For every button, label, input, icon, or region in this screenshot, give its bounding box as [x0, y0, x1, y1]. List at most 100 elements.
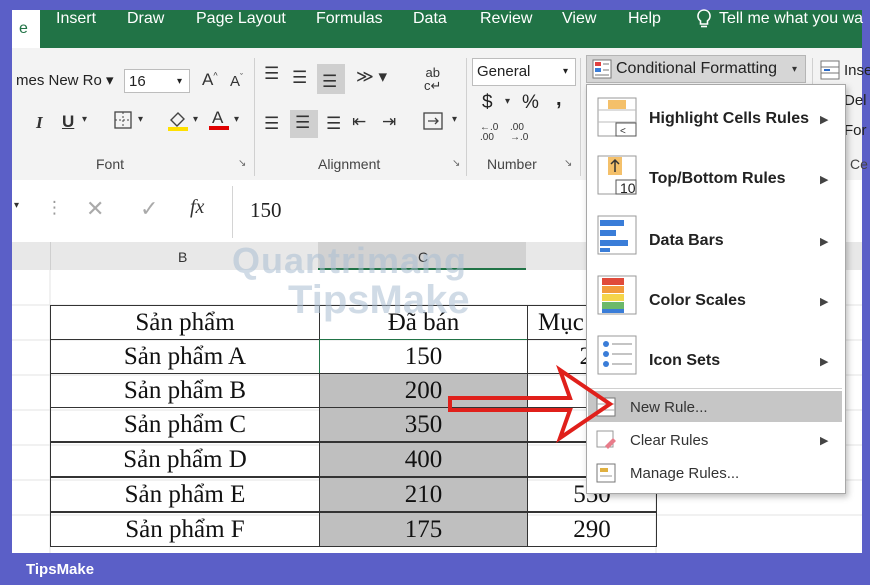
border-icon[interactable]: [113, 110, 133, 135]
chevron-right-icon: ▶: [820, 114, 829, 126]
tab-review[interactable]: Review: [480, 10, 532, 28]
table-cell[interactable]: Sản phẩm E: [50, 477, 320, 512]
grow-font-icon[interactable]: A^: [202, 70, 218, 90]
frame-left: [0, 0, 12, 585]
fill-dropdown-icon[interactable]: ▾: [193, 114, 198, 125]
font-size-box[interactable]: 16 ▾: [124, 69, 190, 93]
insert-cells-icon[interactable]: [820, 60, 840, 85]
manage-rules-icon: [596, 463, 616, 488]
insert-cells-label[interactable]: Inse: [844, 62, 870, 79]
group-cells-label: Ce: [850, 156, 868, 172]
percent-button[interactable]: %: [522, 92, 539, 114]
menu-item-data-bars[interactable]: Data Bars: [649, 232, 724, 250]
table-cell[interactable]: 175: [319, 512, 528, 547]
decrease-decimal-icon[interactable]: .00 →.0: [510, 123, 528, 143]
fill-color-icon[interactable]: [166, 108, 190, 137]
align-left-icon[interactable]: ☰: [264, 114, 279, 134]
table-cell[interactable]: Sản phẩm A: [50, 339, 320, 374]
table-header[interactable]: Sản phẩm: [50, 305, 320, 340]
border-dropdown-icon[interactable]: ▾: [138, 114, 143, 125]
menu-item-color-scales[interactable]: Color Scales: [649, 292, 746, 310]
name-box-dropdown-icon[interactable]: ▾: [14, 200, 19, 211]
bottom-align-icon[interactable]: ☰: [317, 64, 345, 94]
middle-align-icon[interactable]: ☰: [292, 68, 307, 88]
bottom-brand-bar: [0, 553, 870, 585]
table-cell[interactable]: 210: [319, 477, 528, 512]
brand-label: TipsMake: [26, 561, 95, 578]
align-center-icon[interactable]: ☰: [290, 110, 318, 138]
currency-dropdown-icon[interactable]: ▾: [505, 96, 510, 107]
color-scales-icon: [596, 274, 640, 318]
chevron-right-icon: ▶: [820, 435, 829, 447]
alignment-dialog-launcher-icon[interactable]: ↘: [452, 158, 460, 169]
tab-draw[interactable]: Draw: [127, 10, 164, 28]
menu-item-manage-rules[interactable]: Manage Rules...: [630, 465, 739, 482]
merge-dropdown-icon[interactable]: ▾: [452, 114, 457, 125]
table-cell[interactable]: Sản phẩm D: [50, 442, 320, 477]
shrink-font-icon[interactable]: Aˇ: [230, 72, 243, 90]
increase-indent-icon[interactable]: ⇥: [382, 112, 396, 132]
top-bottom-icon-label: 10: [620, 180, 636, 196]
formula-value: 150: [250, 198, 282, 222]
table-cell[interactable]: 290: [527, 512, 657, 547]
currency-button[interactable]: $: [482, 92, 493, 114]
decrease-indent-icon[interactable]: ⇤: [352, 112, 366, 132]
red-arrow: [448, 364, 614, 444]
group-font-label: Font: [96, 156, 125, 172]
font-color-dropdown-icon[interactable]: ▾: [234, 114, 239, 125]
enter-icon[interactable]: ✓: [140, 196, 158, 222]
separator: [580, 58, 581, 176]
frame-top: [0, 0, 870, 10]
svg-text:<: <: [620, 126, 626, 137]
top-align-icon[interactable]: ☰: [264, 64, 279, 84]
new-rule-label: New Rule...: [630, 399, 708, 416]
comma-button[interactable]: ,: [556, 88, 562, 111]
chevron-right-icon: ▶: [820, 356, 829, 368]
font-name-box[interactable]: mes New Ro ▾: [12, 69, 122, 93]
font-dialog-launcher-icon[interactable]: ↘: [238, 158, 246, 169]
tab-formulas[interactable]: Formulas: [316, 10, 383, 28]
menu-item-new-rule[interactable]: [588, 391, 842, 422]
tab-view[interactable]: View: [562, 10, 596, 28]
separator: [466, 58, 467, 176]
table-cell[interactable]: Sản phẩm B: [50, 373, 320, 408]
chevron-right-icon: ▶: [820, 236, 829, 248]
orientation-icon[interactable]: ≫ ▾: [356, 67, 387, 87]
group-number-label: Number: [487, 156, 537, 172]
frame-right: [862, 0, 870, 585]
underline-dropdown-icon[interactable]: ▾: [82, 114, 87, 125]
menu-item-highlight-cells-rules[interactable]: Highlight Cells Rules: [649, 110, 809, 128]
chevron-right-icon: ▶: [820, 296, 829, 308]
align-right-icon[interactable]: ☰: [326, 114, 341, 134]
conditional-formatting-label: Conditional Formatting: [616, 60, 777, 77]
format-cells-label[interactable]: For: [844, 122, 867, 139]
menu-item-icon-sets[interactable]: Icon Sets: [649, 352, 720, 370]
font-color-icon[interactable]: A: [208, 106, 230, 137]
number-dialog-launcher-icon[interactable]: ↘: [564, 158, 572, 169]
table-cell[interactable]: Sản phẩm C: [50, 407, 320, 442]
tab-page-layout[interactable]: Page Layout: [196, 10, 286, 28]
chevron-right-icon: ▶: [820, 174, 829, 186]
wrap-text-icon[interactable]: ab c↵: [424, 66, 441, 92]
watermark-tipsmake: TipsMake: [288, 278, 470, 322]
lightbulb-icon: [695, 8, 713, 35]
tab-insert[interactable]: Insert: [56, 10, 96, 28]
column-b-label: B: [178, 249, 188, 265]
merge-icon[interactable]: [422, 110, 448, 137]
underline-icon[interactable]: U: [62, 112, 74, 132]
increase-decimal-icon[interactable]: ←.0.00: [480, 123, 498, 143]
fx-icon[interactable]: fx: [190, 196, 204, 219]
tell-me-search[interactable]: Tell me what you wa: [719, 10, 863, 28]
chevron-down-icon: ▾: [792, 64, 798, 75]
tab-file[interactable]: e: [12, 10, 40, 48]
table-cell[interactable]: Sản phẩm F: [50, 512, 320, 547]
delete-cells-label[interactable]: Del: [844, 92, 867, 109]
tab-help[interactable]: Help: [628, 10, 661, 28]
cancel-icon[interactable]: ✕: [86, 196, 104, 222]
tab-data[interactable]: Data: [413, 10, 447, 28]
number-format-box[interactable]: General ▾: [472, 58, 576, 86]
menu-item-clear-rules[interactable]: Clear Rules: [630, 432, 708, 449]
italic-icon[interactable]: I: [36, 113, 43, 133]
menu-item-top-bottom-rules[interactable]: Top/Bottom Rules: [649, 170, 786, 188]
group-alignment-label: Alignment: [318, 156, 381, 172]
